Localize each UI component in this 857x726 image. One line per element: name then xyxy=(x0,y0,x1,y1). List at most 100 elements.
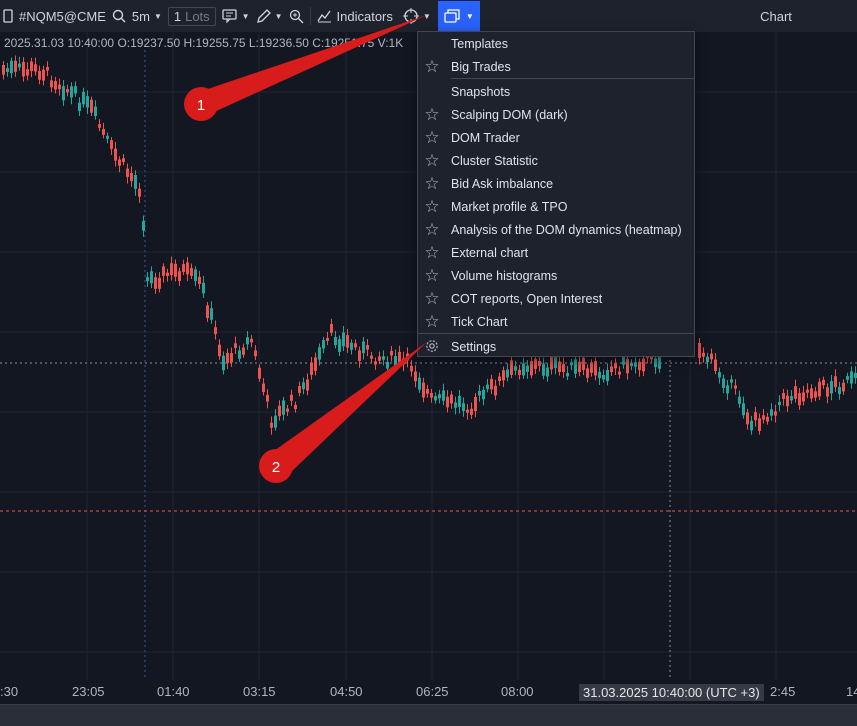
candle-body xyxy=(186,262,189,275)
candle-body xyxy=(370,355,373,359)
candle-body xyxy=(442,390,445,401)
chart-type-button[interactable]: ▼ xyxy=(219,0,253,32)
drawing-tools-button[interactable]: ▼ xyxy=(253,0,286,32)
window-icon[interactable] xyxy=(0,0,16,32)
candle-body xyxy=(702,352,705,357)
candle-body xyxy=(234,343,237,348)
star-outline-icon[interactable]: ☆ xyxy=(422,289,442,309)
candle-body xyxy=(478,390,481,396)
candle-body xyxy=(142,221,145,231)
candle-body xyxy=(262,383,265,393)
search-icon[interactable] xyxy=(109,0,129,32)
candle-body xyxy=(458,396,461,407)
menu-item-big-trades[interactable]: ☆ Big Trades xyxy=(418,55,694,78)
candle-body xyxy=(714,359,717,371)
ohlc-readout: 2025.31.03 10:40:00 O:19237.50 H:19255.7… xyxy=(4,36,404,50)
star-outline-icon[interactable]: ☆ xyxy=(422,105,442,125)
candle-body xyxy=(406,353,409,361)
indicators-button[interactable]: Indicators xyxy=(314,0,396,32)
menu-item-tick-chart[interactable]: ☆ Tick Chart xyxy=(418,310,694,333)
candle-body xyxy=(110,140,113,149)
horizontal-scrollbar[interactable] xyxy=(0,704,857,726)
candle-body xyxy=(362,341,365,354)
candle-body xyxy=(258,367,261,379)
star-outline-icon[interactable]: ☆ xyxy=(422,151,442,171)
menu-item-label: Market profile & TPO xyxy=(451,199,568,214)
star-outline-icon[interactable]: ☆ xyxy=(422,174,442,194)
candle-body xyxy=(18,63,21,68)
candle-body xyxy=(698,343,701,358)
star-outline-icon[interactable]: ☆ xyxy=(422,266,442,286)
candle-body xyxy=(582,357,585,370)
menu-divider xyxy=(418,333,694,334)
menu-item-volume-histograms[interactable]: ☆ Volume histograms xyxy=(418,264,694,287)
menu-item-templates[interactable]: Templates xyxy=(418,32,694,55)
menu-item-bid-ask-imbalance[interactable]: ☆ Bid Ask imbalance xyxy=(418,172,694,195)
candle-body xyxy=(118,159,121,166)
star-outline-icon[interactable]: ☆ xyxy=(422,128,442,148)
crosshair-button[interactable]: ▼ xyxy=(400,0,434,32)
candle-body xyxy=(194,269,197,282)
candle-body xyxy=(382,356,385,360)
star-outline-icon[interactable]: ☆ xyxy=(422,220,442,240)
time-label: 03:15 xyxy=(243,684,276,699)
zoom-icon[interactable] xyxy=(286,0,307,32)
menu-item-settings[interactable]: Settings xyxy=(418,335,694,358)
candle-body xyxy=(602,375,605,380)
candle-body xyxy=(310,362,313,375)
candle-body xyxy=(434,396,437,401)
caret-down-icon: ▼ xyxy=(422,11,431,21)
menu-item-cot-reports[interactable]: ☆ COT reports, Open Interest xyxy=(418,287,694,310)
candle-body xyxy=(86,96,89,108)
windows-menu-button[interactable]: ▼ xyxy=(437,1,480,31)
candle-body xyxy=(438,394,441,399)
candle-body xyxy=(338,339,341,352)
candle-body xyxy=(266,394,269,402)
candle-body xyxy=(786,395,789,407)
candle-body xyxy=(322,340,325,349)
menu-item-scalping-dom[interactable]: ☆ Scalping DOM (dark) xyxy=(418,103,694,126)
candle-body xyxy=(414,371,417,382)
candle-body xyxy=(294,404,297,410)
candle-body xyxy=(158,277,161,289)
candle-body xyxy=(410,365,413,372)
symbol-selector[interactable]: #NQM5@CME xyxy=(16,0,109,32)
timeframe-selector[interactable]: 5m ▼ xyxy=(129,0,165,32)
candle-body xyxy=(70,86,73,98)
candle-body xyxy=(802,392,805,402)
candle-body xyxy=(146,277,149,282)
star-outline-icon[interactable]: ☆ xyxy=(422,197,442,217)
candle-body xyxy=(766,416,769,422)
star-outline-icon[interactable]: ☆ xyxy=(422,243,442,263)
star-outline-icon[interactable]: ☆ xyxy=(422,57,442,77)
menu-item-label: External chart xyxy=(451,245,529,260)
candle-body xyxy=(538,361,541,366)
menu-item-market-profile[interactable]: ☆ Market profile & TPO xyxy=(418,195,694,218)
menu-item-label: Scalping DOM (dark) xyxy=(451,107,568,122)
candle-body xyxy=(170,263,173,276)
chart-tab[interactable]: Chart xyxy=(695,0,857,32)
candle-body xyxy=(738,396,741,404)
menu-item-cluster-statistic[interactable]: ☆ Cluster Statistic xyxy=(418,149,694,172)
candle-body xyxy=(390,350,393,356)
candle-body xyxy=(522,363,525,376)
candle-body xyxy=(330,323,333,333)
pencil-icon xyxy=(256,8,271,23)
menu-item-snapshots[interactable]: Snapshots xyxy=(418,80,694,103)
menu-item-dom-heatmap[interactable]: ☆ Analysis of the DOM dynamics (heatmap) xyxy=(418,218,694,241)
menu-item-external-chart[interactable]: ☆ External chart xyxy=(418,241,694,264)
candle-body xyxy=(106,135,109,139)
star-outline-icon[interactable]: ☆ xyxy=(422,312,442,332)
menu-item-dom-trader[interactable]: ☆ DOM Trader xyxy=(418,126,694,149)
candle-body xyxy=(562,364,565,373)
candle-body xyxy=(358,350,361,361)
lots-field[interactable]: 1 Lots xyxy=(165,0,219,32)
candle-body xyxy=(210,308,213,320)
candle-body xyxy=(422,382,425,398)
candle-body xyxy=(598,371,601,379)
candle-body xyxy=(706,356,709,363)
candle-body xyxy=(394,356,397,369)
candle-body xyxy=(102,129,105,135)
time-axis[interactable]: :30 23:05 01:40 03:15 04:50 06:25 08:00 … xyxy=(0,680,857,704)
candle-body xyxy=(830,381,833,394)
